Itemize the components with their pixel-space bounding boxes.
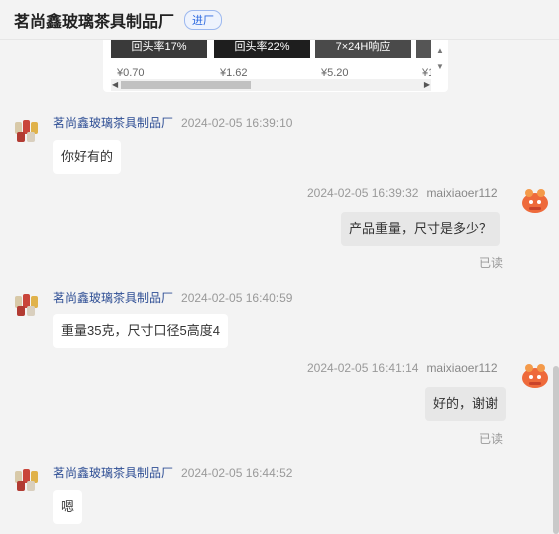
message-bubble[interactable]: 好的，谢谢: [425, 387, 507, 421]
chat-header: 茗尚鑫玻璃茶具制品厂 进厂: [0, 0, 559, 40]
product-badge: 回头率22%: [214, 40, 310, 58]
seller-avatar[interactable]: [14, 465, 42, 493]
message-meta: 茗尚鑫玻璃茶具制品厂 2024-02-05 16:40:59: [53, 289, 292, 306]
seller-avatar[interactable]: [14, 290, 42, 318]
scroll-right-arrow-icon[interactable]: ▶: [424, 80, 430, 89]
product-item[interactable]: 7×24H响应 ¥5.20: [315, 40, 411, 80]
message-time: 2024-02-05 16:39:10: [181, 116, 293, 130]
card-horizontal-scrollbar[interactable]: ◀ ▶: [111, 79, 431, 91]
seller-avatar[interactable]: [14, 116, 42, 144]
message-meta: 2024-02-05 16:39:32 maixiaoer112: [307, 186, 498, 200]
shop-tag-badge[interactable]: 进厂: [184, 9, 223, 30]
message-bubble[interactable]: 重量35克，尺寸口径5高度4: [53, 314, 228, 348]
scroll-up-arrow-icon[interactable]: ▲: [436, 46, 444, 55]
buyer-avatar[interactable]: [520, 185, 550, 215]
message-bubble[interactable]: 嗯: [53, 490, 83, 524]
glass-jars-icon: [15, 469, 38, 491]
message-list[interactable]: 回头率17% ¥0.70 回头率22% ¥1.62 7×24H响应 ¥5.20 …: [0, 40, 559, 534]
sender-name[interactable]: 茗尚鑫玻璃茶具制品厂: [53, 466, 173, 480]
product-price: ¥1: [422, 67, 431, 79]
sender-name[interactable]: 茗尚鑫玻璃茶具制品厂: [53, 116, 173, 130]
product-strip: 回头率17% ¥0.70 回头率22% ¥1.62 7×24H响应 ¥5.20 …: [111, 40, 431, 80]
product-badge: [416, 40, 431, 58]
glass-jars-icon: [15, 294, 38, 316]
scroll-down-arrow-icon[interactable]: ▼: [436, 62, 444, 71]
sender-name[interactable]: maixiaoer112: [426, 186, 497, 200]
product-price: ¥5.20: [321, 67, 349, 79]
product-item[interactable]: 回头率22% ¥1.62: [214, 40, 310, 80]
product-badge: 回头率17%: [111, 40, 207, 58]
cartoon-mascot-icon: [522, 364, 548, 388]
message-meta: 2024-02-05 16:41:14 maixiaoer112: [307, 361, 498, 375]
read-status: 已读: [479, 256, 504, 270]
message-time: 2024-02-05 16:39:32: [307, 186, 419, 200]
buyer-avatar[interactable]: [520, 360, 550, 390]
glass-jars-icon: [15, 120, 38, 142]
message-time: 2024-02-05 16:41:14: [307, 361, 419, 375]
card-vertical-scrollbar[interactable]: ▲ ▼: [434, 40, 446, 76]
product-badge: 7×24H响应: [315, 40, 411, 58]
sender-name[interactable]: 茗尚鑫玻璃茶具制品厂: [53, 291, 173, 305]
message-time: 2024-02-05 16:44:52: [181, 466, 293, 480]
message-bubble[interactable]: 你好有的: [53, 140, 122, 174]
product-card: 回头率17% ¥0.70 回头率22% ¥1.62 7×24H响应 ¥5.20 …: [103, 40, 448, 92]
product-item[interactable]: ¥1: [416, 40, 431, 80]
message-meta: 茗尚鑫玻璃茶具制品厂 2024-02-05 16:39:10: [53, 114, 292, 131]
cartoon-mascot-icon: [522, 189, 548, 213]
product-item[interactable]: 回头率17% ¥0.70: [111, 40, 207, 80]
message-bubble[interactable]: 产品重量，尺寸是多少？: [341, 212, 501, 246]
read-status: 已读: [479, 432, 504, 446]
horizontal-scroll-thumb[interactable]: [121, 81, 251, 89]
product-price: ¥1.62: [220, 67, 248, 79]
product-price: ¥0.70: [117, 67, 145, 79]
chat-scrollbar-thumb[interactable]: [553, 366, 559, 534]
message-time: 2024-02-05 16:40:59: [181, 291, 293, 305]
sender-name[interactable]: maixiaoer112: [426, 361, 497, 375]
shop-name[interactable]: 茗尚鑫玻璃茶具制品厂: [14, 8, 174, 32]
message-meta: 茗尚鑫玻璃茶具制品厂 2024-02-05 16:44:52: [53, 464, 292, 481]
scroll-left-arrow-icon[interactable]: ◀: [112, 80, 118, 89]
